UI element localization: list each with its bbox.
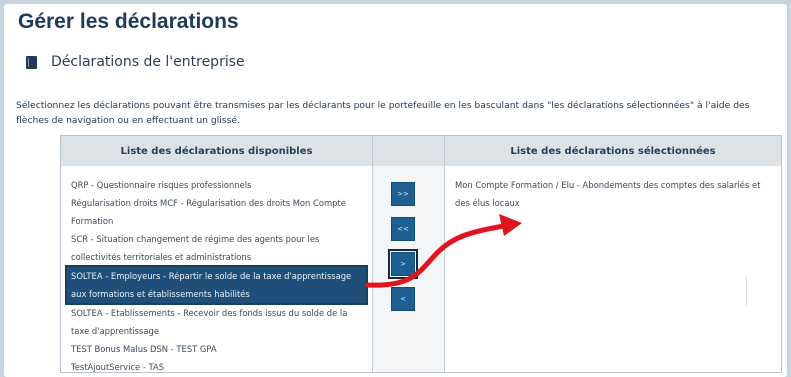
list-item[interactable]: Régularisation droits MCF - Régularisati…: [69, 194, 364, 230]
selected-list-header: Liste des déclarations sélectionnées: [444, 136, 781, 166]
buttons-header-spacer: [373, 136, 444, 166]
list-item[interactable]: Mon Compte Formation / Elu - Abondements…: [453, 176, 773, 212]
list-item[interactable]: SCR - Situation changement de régime des…: [69, 230, 364, 266]
transfer-buttons: >> << > <: [373, 166, 444, 372]
selected-declarations-list[interactable]: Mon Compte Formation / Elu - Abondements…: [444, 166, 781, 372]
section-title: Déclarations de l'entreprise: [51, 54, 245, 70]
available-list-header: Liste des déclarations disponibles: [61, 136, 373, 166]
list-item[interactable]: TEST Bonus Malus DSN - TEST GPA: [69, 340, 364, 358]
section-header: Déclarations de l'entreprise: [26, 54, 245, 70]
declaration-transfer-widget: Liste des déclarations disponibles Liste…: [60, 135, 782, 373]
instructions-text: Sélectionnez les déclarations pouvant êt…: [16, 100, 750, 126]
move-all-right-button[interactable]: >>: [391, 182, 415, 206]
move-right-button[interactable]: >: [388, 249, 418, 279]
page-title: Gérer les déclarations: [18, 10, 239, 33]
available-declarations-list[interactable]: QRP - Questionnaire risques professionne…: [61, 166, 373, 372]
list-item[interactable]: TestAjoutService - TAS: [69, 358, 364, 376]
book-icon: [26, 55, 37, 69]
scrollbar-track[interactable]: [746, 276, 747, 306]
move-all-left-button[interactable]: <<: [391, 217, 415, 241]
list-item[interactable]: QRP - Questionnaire risques professionne…: [69, 176, 364, 194]
list-item-selected[interactable]: SOLTEA - Employeurs - Répartir le solde …: [67, 267, 366, 303]
list-item[interactable]: SOLTEA - Etablissements - Recevoir des f…: [69, 304, 364, 340]
move-left-button[interactable]: <: [391, 287, 415, 311]
